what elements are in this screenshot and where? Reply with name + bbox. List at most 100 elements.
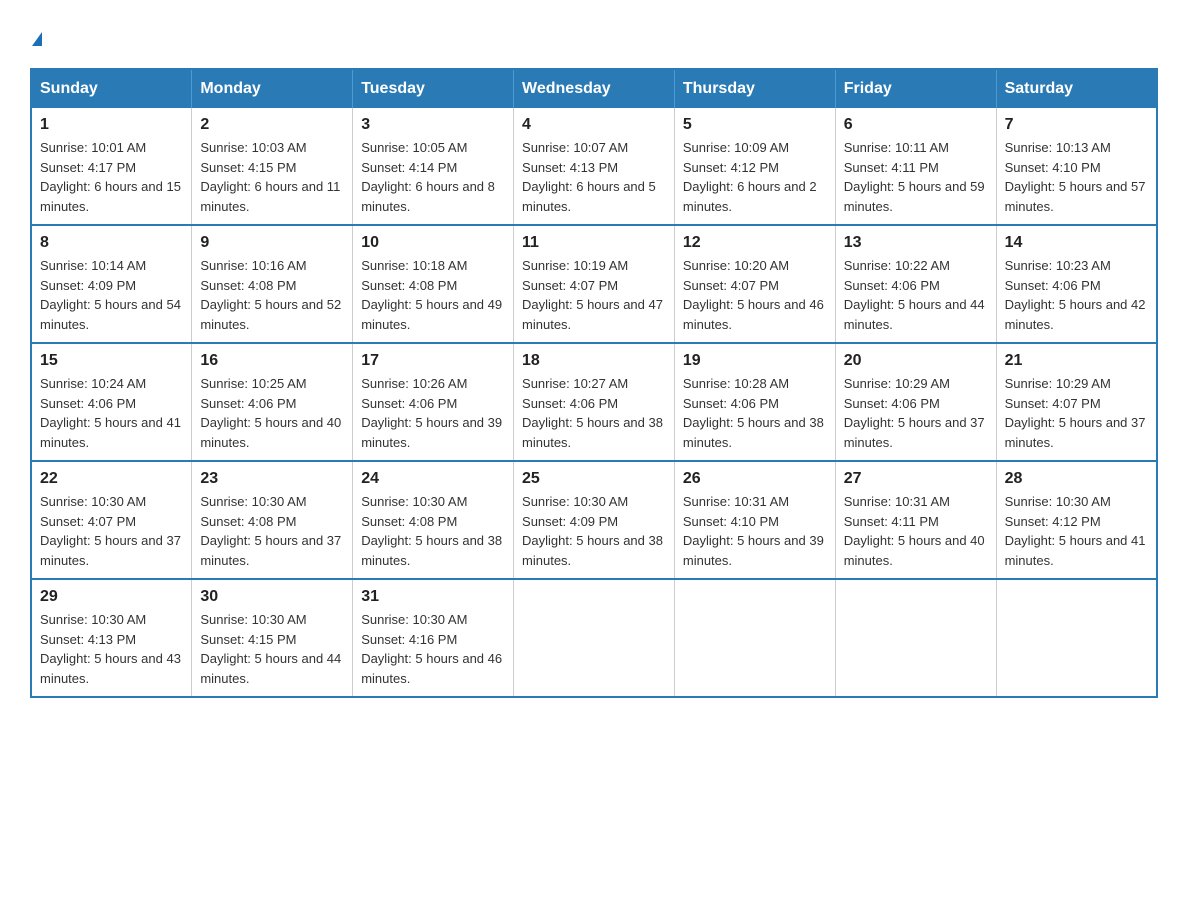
day-info: Sunrise: 10:22 AMSunset: 4:06 PMDaylight… (844, 256, 988, 334)
day-number: 10 (361, 234, 505, 252)
weekday-header-monday: Monday (192, 69, 353, 108)
day-number: 25 (522, 470, 666, 488)
calendar-week-row: 15Sunrise: 10:24 AMSunset: 4:06 PMDaylig… (31, 343, 1157, 461)
calendar-day-cell: 20 Sunrise: 10:29 AMSunset: 4:06 PMDaylig… (835, 343, 996, 461)
calendar-day-cell: 5 Sunrise: 10:09 AMSunset: 4:12 PMDayligh… (674, 108, 835, 225)
day-info: Sunrise: 10:07 AMSunset: 4:13 PMDaylight… (522, 138, 666, 216)
day-number: 1 (40, 116, 183, 134)
day-number: 24 (361, 470, 505, 488)
day-info: Sunrise: 10:28 AMSunset: 4:06 PMDaylight… (683, 374, 827, 452)
calendar-day-cell: 8 Sunrise: 10:14 AMSunset: 4:09 PMDayligh… (31, 225, 192, 343)
calendar-day-cell: 30Sunrise: 10:30 AMSunset: 4:15 PMDaylig… (192, 579, 353, 697)
day-number: 12 (683, 234, 827, 252)
calendar-week-row: 22Sunrise: 10:30 AMSunset: 4:07 PMDaylig… (31, 461, 1157, 579)
day-info: Sunrise: 10:29 AMSunset: 4:06 PMDaylight… (844, 374, 988, 452)
logo (30, 20, 42, 48)
calendar-week-row: 29 Sunrise: 10:30 AMSunset: 4:13 PMDaylig… (31, 579, 1157, 697)
day-number: 14 (1005, 234, 1148, 252)
day-number: 8 (40, 234, 183, 252)
day-info: Sunrise: 10:05 AMSunset: 4:14 PMDaylight… (361, 138, 505, 216)
calendar-day-cell: 21 Sunrise: 10:29 AMSunset: 4:07 PMDaylig… (996, 343, 1157, 461)
page-header (30, 20, 1158, 48)
logo-triangle-icon (32, 32, 42, 46)
calendar-day-cell: 22Sunrise: 10:30 AMSunset: 4:07 PMDaylig… (31, 461, 192, 579)
calendar-day-cell: 25 Sunrise: 10:30 AMSunset: 4:09 PMDaylig… (514, 461, 675, 579)
calendar-header: SundayMondayTuesdayWednesdayThursdayFrid… (31, 69, 1157, 108)
calendar-day-cell: 28 Sunrise: 10:30 AMSunset: 4:12 PMDaylig… (996, 461, 1157, 579)
calendar-day-cell: 27Sunrise: 10:31 AMSunset: 4:11 PMDaylig… (835, 461, 996, 579)
calendar-day-cell: 16 Sunrise: 10:25 AMSunset: 4:06 PMDaylig… (192, 343, 353, 461)
calendar-day-cell: 26Sunrise: 10:31 AMSunset: 4:10 PMDaylig… (674, 461, 835, 579)
calendar-day-cell: 1 Sunrise: 10:01 AMSunset: 4:17 PMDayligh… (31, 108, 192, 225)
weekday-header-friday: Friday (835, 69, 996, 108)
day-number: 7 (1005, 116, 1148, 134)
day-info: Sunrise: 10:30 AMSunset: 4:15 PMDaylight… (200, 610, 344, 688)
calendar-day-cell: 17 Sunrise: 10:26 AMSunset: 4:06 PMDaylig… (353, 343, 514, 461)
day-info: Sunrise: 10:30 AMSunset: 4:08 PMDaylight… (200, 492, 344, 570)
day-info: Sunrise: 10:01 AMSunset: 4:17 PMDaylight… (40, 138, 183, 216)
calendar-day-cell: 2 Sunrise: 10:03 AMSunset: 4:15 PMDayligh… (192, 108, 353, 225)
day-number: 15 (40, 352, 183, 370)
day-number: 23 (200, 470, 344, 488)
calendar-day-cell: 19 Sunrise: 10:28 AMSunset: 4:06 PMDaylig… (674, 343, 835, 461)
day-number: 3 (361, 116, 505, 134)
day-number: 17 (361, 352, 505, 370)
calendar-day-cell: 14 Sunrise: 10:23 AMSunset: 4:06 PMDaylig… (996, 225, 1157, 343)
calendar-day-cell: 13 Sunrise: 10:22 AMSunset: 4:06 PMDaylig… (835, 225, 996, 343)
weekday-header-sunday: Sunday (31, 69, 192, 108)
day-number: 29 (40, 588, 183, 606)
day-number: 26 (683, 470, 827, 488)
day-number: 22 (40, 470, 183, 488)
weekday-header-row: SundayMondayTuesdayWednesdayThursdayFrid… (31, 69, 1157, 108)
calendar-day-cell: 23 Sunrise: 10:30 AMSunset: 4:08 PMDaylig… (192, 461, 353, 579)
day-info: Sunrise: 10:25 AMSunset: 4:06 PMDaylight… (200, 374, 344, 452)
day-info: Sunrise: 10:19 AMSunset: 4:07 PMDaylight… (522, 256, 666, 334)
calendar-day-cell: 6Sunrise: 10:11 AMSunset: 4:11 PMDayligh… (835, 108, 996, 225)
day-info: Sunrise: 10:23 AMSunset: 4:06 PMDaylight… (1005, 256, 1148, 334)
day-info: Sunrise: 10:30 AMSunset: 4:16 PMDaylight… (361, 610, 505, 688)
calendar-day-cell (514, 579, 675, 697)
day-info: Sunrise: 10:30 AMSunset: 4:13 PMDaylight… (40, 610, 183, 688)
day-number: 21 (1005, 352, 1148, 370)
calendar-day-cell: 31Sunrise: 10:30 AMSunset: 4:16 PMDaylig… (353, 579, 514, 697)
weekday-header-wednesday: Wednesday (514, 69, 675, 108)
day-info: Sunrise: 10:20 AMSunset: 4:07 PMDaylight… (683, 256, 827, 334)
day-number: 2 (200, 116, 344, 134)
day-info: Sunrise: 10:30 AMSunset: 4:12 PMDaylight… (1005, 492, 1148, 570)
day-info: Sunrise: 10:30 AMSunset: 4:09 PMDaylight… (522, 492, 666, 570)
calendar-day-cell (674, 579, 835, 697)
calendar-day-cell: 4 Sunrise: 10:07 AMSunset: 4:13 PMDayligh… (514, 108, 675, 225)
calendar-day-cell: 9 Sunrise: 10:16 AMSunset: 4:08 PMDayligh… (192, 225, 353, 343)
calendar-day-cell: 29 Sunrise: 10:30 AMSunset: 4:13 PMDaylig… (31, 579, 192, 697)
calendar-table: SundayMondayTuesdayWednesdayThursdayFrid… (30, 68, 1158, 698)
day-info: Sunrise: 10:11 AMSunset: 4:11 PMDaylight… (844, 138, 988, 216)
day-info: Sunrise: 10:29 AMSunset: 4:07 PMDaylight… (1005, 374, 1148, 452)
day-info: Sunrise: 10:09 AMSunset: 4:12 PMDaylight… (683, 138, 827, 216)
day-number: 20 (844, 352, 988, 370)
calendar-day-cell: 7Sunrise: 10:13 AMSunset: 4:10 PMDayligh… (996, 108, 1157, 225)
day-info: Sunrise: 10:26 AMSunset: 4:06 PMDaylight… (361, 374, 505, 452)
weekday-header-thursday: Thursday (674, 69, 835, 108)
day-info: Sunrise: 10:27 AMSunset: 4:06 PMDaylight… (522, 374, 666, 452)
day-number: 18 (522, 352, 666, 370)
day-info: Sunrise: 10:03 AMSunset: 4:15 PMDaylight… (200, 138, 344, 216)
day-info: Sunrise: 10:14 AMSunset: 4:09 PMDaylight… (40, 256, 183, 334)
calendar-day-cell: 11 Sunrise: 10:19 AMSunset: 4:07 PMDaylig… (514, 225, 675, 343)
weekday-header-tuesday: Tuesday (353, 69, 514, 108)
day-number: 13 (844, 234, 988, 252)
day-info: Sunrise: 10:16 AMSunset: 4:08 PMDaylight… (200, 256, 344, 334)
calendar-week-row: 1 Sunrise: 10:01 AMSunset: 4:17 PMDayligh… (31, 108, 1157, 225)
day-number: 9 (200, 234, 344, 252)
calendar-day-cell (835, 579, 996, 697)
day-number: 4 (522, 116, 666, 134)
calendar-week-row: 8 Sunrise: 10:14 AMSunset: 4:09 PMDayligh… (31, 225, 1157, 343)
calendar-day-cell: 12 Sunrise: 10:20 AMSunset: 4:07 PMDaylig… (674, 225, 835, 343)
day-info: Sunrise: 10:31 AMSunset: 4:11 PMDaylight… (844, 492, 988, 570)
day-number: 11 (522, 234, 666, 252)
calendar-day-cell: 3 Sunrise: 10:05 AMSunset: 4:14 PMDayligh… (353, 108, 514, 225)
day-number: 5 (683, 116, 827, 134)
day-number: 19 (683, 352, 827, 370)
calendar-day-cell: 10Sunrise: 10:18 AMSunset: 4:08 PMDaylig… (353, 225, 514, 343)
day-number: 16 (200, 352, 344, 370)
day-number: 28 (1005, 470, 1148, 488)
